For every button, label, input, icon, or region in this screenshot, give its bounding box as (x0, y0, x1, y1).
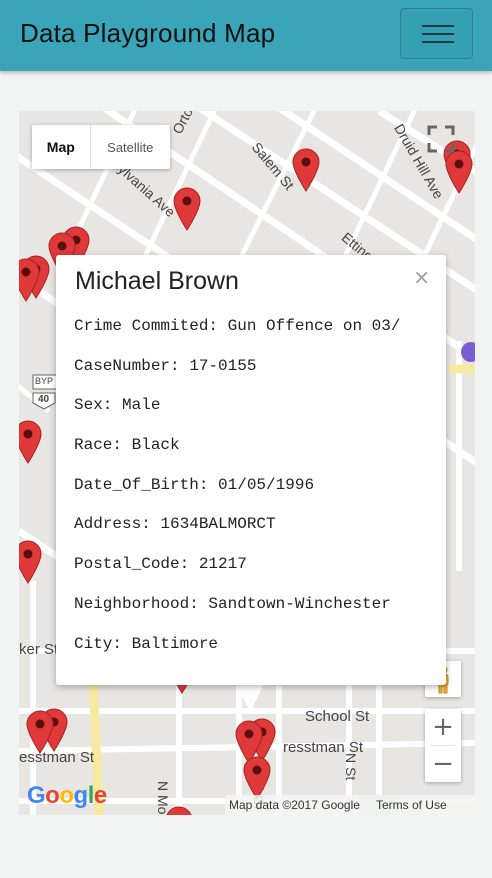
street-label: School St (305, 708, 370, 725)
info-city: City: Baltimore (74, 634, 219, 653)
zoom-in-button[interactable]: + (425, 709, 461, 745)
map-canvas[interactable]: Orton Ave Salem St Druid Hill Ave nsylva… (19, 111, 475, 815)
info-window-close-button[interactable]: × (413, 265, 430, 289)
fullscreen-button[interactable] (425, 123, 457, 155)
info-window: × Michael Brown Crime Commited: Gun Offe… (56, 255, 446, 685)
google-logo[interactable]: Google (27, 782, 107, 810)
info-race: Race: Black (74, 436, 180, 455)
terms-of-use-link[interactable]: Terms of Use (376, 798, 447, 812)
info-crime: Crime Commited: Gun Offence on 03/ (74, 317, 401, 335)
map-type-map-button[interactable]: Map (32, 125, 90, 169)
zoom-control: + − (425, 709, 461, 782)
navbar: Data Playground Map (0, 0, 492, 71)
navbar-brand[interactable]: Data Playground Map (20, 18, 275, 49)
navbar-toggle-button[interactable] (400, 8, 473, 59)
street-label: N Mo (155, 781, 171, 815)
info-neighborhood: Neighborhood: Sandtown-Winchester (74, 594, 391, 613)
info-window-body: Crime Commited: Gun Offence on 03/ CaseN… (74, 317, 414, 674)
street-label: esstman St (19, 749, 95, 766)
zoom-out-button[interactable]: − (425, 746, 461, 782)
map-type-satellite-button[interactable]: Satellite (89, 125, 170, 169)
fullscreen-icon (427, 125, 455, 153)
info-window-title: Michael Brown (75, 267, 239, 295)
info-case-number: CaseNumber: 17-0155 (74, 356, 257, 375)
hamburger-icon (422, 25, 454, 27)
info-window-pointer (236, 684, 264, 712)
street-label: ker St (19, 641, 59, 658)
info-address: Address: 1634BALMORCT (74, 515, 276, 534)
map-attribution: Map data ©2017 Google Terms of Use (225, 795, 475, 815)
map-data-credit: Map data ©2017 Google (229, 798, 360, 812)
info-date-of-birth: Date_Of_Birth: 01/05/1996 (74, 475, 315, 494)
route-shield-40: 40 (38, 394, 50, 405)
info-sex: Sex: Male (74, 396, 161, 415)
map-type-control: Map Satellite (32, 125, 170, 169)
street-label: N St (343, 753, 359, 781)
info-postal-code: Postal_Code: 21217 (74, 555, 247, 574)
route-shield-byp: BYP (35, 376, 54, 386)
